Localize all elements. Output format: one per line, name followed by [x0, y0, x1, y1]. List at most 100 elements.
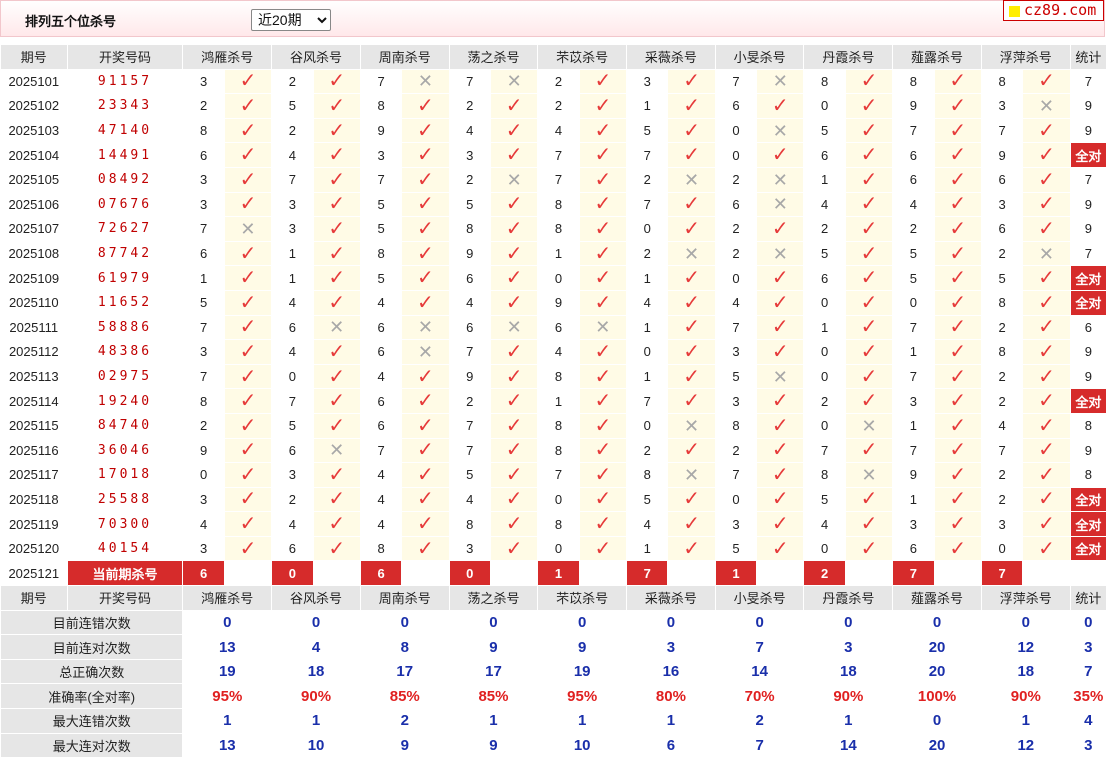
col-header-expert[interactable]: 薤露杀号: [892, 44, 982, 70]
check-icon: ✓: [401, 93, 450, 119]
table-row: 2025105 08492 3 ✓ 7 ✓ 7 ✓ 2 ✕ 7 ✓ 2 ✕ 2 ✕ 1 ✓ 6 ✓ 6 ✓ 7: [0, 166, 1107, 193]
col-header-expert[interactable]: 丹霞杀号: [803, 585, 894, 611]
kill-number-cell: 4: [626, 289, 669, 316]
kill-number-cell: 3: [182, 191, 225, 218]
kill-number-cell: 4: [626, 511, 669, 537]
kill-number-cell: 3: [182, 166, 225, 193]
check-icon: ✓: [223, 93, 273, 119]
table-row: 2025109 61979 1 ✓ 1 ✓ 5 ✓ 6 ✓ 0 ✓ 1 ✓ 0 ✓ 6 ✓ 5 ✓ 5 ✓ 全对: [0, 265, 1107, 291]
col-header-expert[interactable]: 荡之杀号: [448, 585, 539, 611]
draw-number-cell: 11652: [66, 289, 184, 316]
check-icon: ✓: [578, 462, 628, 488]
check-icon: ✓: [578, 535, 628, 562]
check-icon: ✓: [489, 289, 539, 316]
draw-number-cell: 19240: [66, 388, 184, 414]
kill-number-cell: 6: [448, 265, 491, 291]
logo-square-icon: [1009, 6, 1020, 17]
col-header-expert[interactable]: 芣苡杀号: [537, 44, 628, 70]
kill-number-cell: 7: [892, 437, 935, 464]
period-cell: 2025108: [0, 240, 68, 267]
check-icon: ✓: [489, 142, 539, 168]
stats-row: 准确率(全对率) 95% 90% 85% 85% 95% 80% 70% 90% 100% 90% 3…: [0, 683, 1107, 710]
draw-number-cell: 91157: [66, 68, 184, 95]
col-header-expert[interactable]: 采薇杀号: [626, 585, 716, 611]
check-icon: ✓: [1022, 68, 1071, 95]
check-icon: ✓: [578, 511, 628, 537]
kill-number-cell: 3: [980, 93, 1024, 119]
stats-total: 4: [1069, 708, 1107, 734]
col-header-expert[interactable]: 芣苡杀号: [537, 585, 628, 611]
draw-number-cell: 07676: [66, 191, 184, 218]
current-kill-number: 1: [714, 560, 758, 587]
cross-icon: ✕: [401, 68, 450, 95]
cross-icon: ✕: [756, 68, 805, 95]
check-icon: ✓: [489, 462, 539, 488]
kill-number-cell: 3: [448, 535, 491, 562]
kill-number-cell: 2: [537, 68, 580, 95]
table-row: 2025106 07676 3 ✓ 3 ✓ 5 ✓ 5 ✓ 8 ✓ 7 ✓ 6 ✕ 4 ✓ 4 ✓ 3 ✓ 9: [0, 191, 1107, 218]
check-icon: ✓: [844, 68, 894, 95]
check-icon: ✓: [223, 265, 273, 291]
range-select[interactable]: 近20期: [251, 9, 331, 31]
kill-number-cell: 8: [980, 339, 1024, 365]
table-row: 2025110 11652 5 ✓ 4 ✓ 4 ✓ 4 ✓ 9 ✓ 4 ✓ 4 ✓ 0 ✓ 0 ✓ 8 ✓ 全对: [0, 289, 1107, 316]
check-icon: ✓: [933, 339, 982, 365]
col-header-expert[interactable]: 小旻杀号: [714, 585, 805, 611]
site-logo[interactable]: cz89.com: [1003, 0, 1104, 21]
col-header-expert[interactable]: 采薇杀号: [626, 44, 716, 70]
col-header-expert[interactable]: 鸿雁杀号: [182, 585, 273, 611]
check-icon: ✓: [489, 216, 539, 242]
col-header-expert[interactable]: 荡之杀号: [448, 44, 539, 70]
current-kill-number: 2: [803, 560, 846, 587]
stats-label: 总正确次数: [0, 658, 184, 685]
kill-number-cell: 7: [537, 142, 580, 168]
col-header-expert[interactable]: 周南杀号: [359, 44, 450, 70]
check-icon: ✓: [578, 412, 628, 439]
draw-number-cell: 84740: [66, 412, 184, 439]
current-kill-number: 1: [537, 560, 580, 587]
check-icon: ✓: [933, 68, 982, 95]
col-header-expert[interactable]: 小旻杀号: [714, 44, 805, 70]
col-header-expert[interactable]: 薤露杀号: [892, 585, 982, 611]
check-icon: ✓: [844, 289, 894, 316]
stat-cell: 7: [1069, 240, 1107, 267]
kill-number-cell: 8: [182, 117, 225, 144]
col-header-expert[interactable]: 丹霞杀号: [803, 44, 894, 70]
check-icon: ✓: [933, 93, 982, 119]
stats-value: 70%: [714, 683, 805, 710]
kill-number-cell: 3: [271, 191, 314, 218]
kill-number-cell: 4: [803, 511, 846, 537]
kill-number-cell: 0: [714, 142, 758, 168]
check-icon: ✓: [401, 486, 450, 513]
kill-number-cell: 1: [892, 339, 935, 365]
check-icon: ✓: [578, 216, 628, 242]
cross-icon: ✕: [401, 314, 450, 341]
cross-icon: ✕: [756, 117, 805, 144]
period-cell: 2025109: [0, 265, 68, 291]
col-header-expert[interactable]: 谷风杀号: [271, 44, 361, 70]
col-header-expert[interactable]: 浮萍杀号: [980, 44, 1071, 70]
stats-value: 90%: [980, 683, 1071, 710]
check-icon: ✓: [933, 289, 982, 316]
stats-value: 2: [359, 708, 450, 734]
stats-value: 80%: [626, 683, 716, 710]
kill-number-cell: 1: [803, 314, 846, 341]
table-row: 2025115 84740 2 ✓ 5 ✓ 6 ✓ 7 ✓ 8 ✓ 0 ✕ 8 ✓ 0 ✕ 1 ✓ 4 ✓ 8: [0, 412, 1107, 439]
col-header-stat: 统计: [1069, 44, 1107, 70]
kill-number-cell: 7: [182, 216, 225, 242]
top-bar: 排列五个位杀号 近20期: [0, 0, 1105, 37]
col-header-expert[interactable]: 浮萍杀号: [980, 585, 1071, 611]
check-icon: ✓: [223, 68, 273, 95]
current-kill-number: 0: [448, 560, 491, 587]
kill-number-cell: 7: [714, 462, 758, 488]
kill-number-cell: 7: [980, 437, 1024, 464]
cross-icon: ✕: [312, 314, 361, 341]
check-icon: ✓: [312, 363, 361, 390]
stats-value: 12: [980, 634, 1071, 660]
col-header-expert[interactable]: 谷风杀号: [271, 585, 361, 611]
check-icon: ✓: [756, 535, 805, 562]
col-header-expert[interactable]: 鸿雁杀号: [182, 44, 273, 70]
stats-value: 0: [714, 609, 805, 636]
kill-number-cell: 1: [537, 240, 580, 267]
col-header-expert[interactable]: 周南杀号: [359, 585, 450, 611]
